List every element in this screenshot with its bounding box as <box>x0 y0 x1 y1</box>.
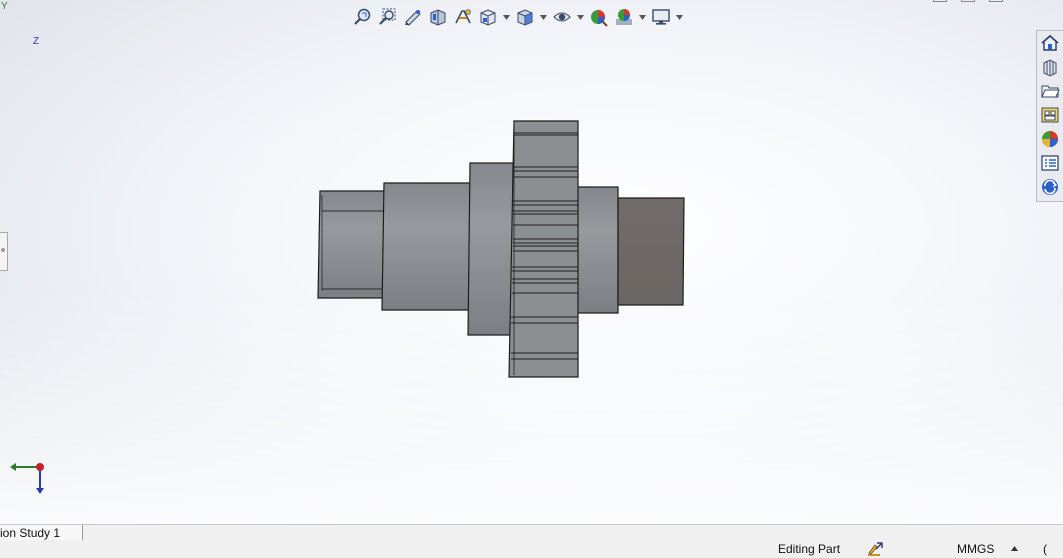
view-settings-icon[interactable] <box>650 6 672 28</box>
tab-motion-study-label: otion Study 1 <box>0 526 61 540</box>
custom-properties-icon[interactable] <box>1037 151 1063 175</box>
apply-scene-icon[interactable] <box>613 6 635 28</box>
editing-status-text: Editing Part <box>778 542 841 556</box>
task-pane <box>1036 30 1063 202</box>
view-orientation-dropdown-icon[interactable] <box>502 6 510 28</box>
feature-manager-collapse-handle[interactable] <box>0 232 8 271</box>
unit-system-text[interactable]: MMGS <box>957 542 994 556</box>
display-style-icon[interactable] <box>514 6 536 28</box>
heads-up-view-toolbar <box>352 6 687 28</box>
close-icon[interactable] <box>989 0 1003 2</box>
document-tab-bar: otion Study 1 <box>0 524 1063 542</box>
apply-scene-dropdown-icon[interactable] <box>638 6 646 28</box>
view-settings-dropdown-icon[interactable] <box>675 6 683 28</box>
design-library-icon[interactable] <box>1037 55 1063 79</box>
display-style-dropdown-icon[interactable] <box>539 6 547 28</box>
status-overflow-text: ( <box>1043 542 1047 556</box>
reference-triad <box>10 463 44 494</box>
document-window-controls <box>933 0 1003 2</box>
solidworks-forum-icon[interactable] <box>1037 175 1063 199</box>
zoom-to-fit-icon[interactable] <box>352 6 374 28</box>
triad-y-label: Y <box>1 1 8 12</box>
previous-view-icon[interactable] <box>402 6 424 28</box>
home-icon[interactable] <box>1037 31 1063 55</box>
tab-motion-study[interactable]: otion Study 1 <box>0 525 83 540</box>
graphics-area[interactable]: Y Z <box>0 0 1063 524</box>
hide-show-items-dropdown-icon[interactable] <box>576 6 584 28</box>
minimize-icon[interactable] <box>933 0 947 2</box>
status-bar: Editing Part MMGS ( <box>0 541 1063 558</box>
section-view-icon[interactable] <box>427 6 449 28</box>
hide-show-items-icon[interactable] <box>551 6 573 28</box>
restore-icon[interactable] <box>961 0 975 2</box>
model-part[interactable] <box>310 115 690 383</box>
view-orientation-icon[interactable] <box>477 6 499 28</box>
rebuild-status-icon[interactable] <box>866 541 884 557</box>
triad-z-label: Z <box>33 36 40 47</box>
zoom-to-area-icon[interactable] <box>377 6 399 28</box>
file-explorer-icon[interactable] <box>1037 79 1063 103</box>
view-palette-icon[interactable] <box>1037 103 1063 127</box>
unit-system-dropdown-icon[interactable] <box>1011 546 1018 551</box>
edit-appearance-icon[interactable] <box>588 6 610 28</box>
dynamic-annotation-views-icon[interactable] <box>452 6 474 28</box>
appearances-icon[interactable] <box>1037 127 1063 151</box>
